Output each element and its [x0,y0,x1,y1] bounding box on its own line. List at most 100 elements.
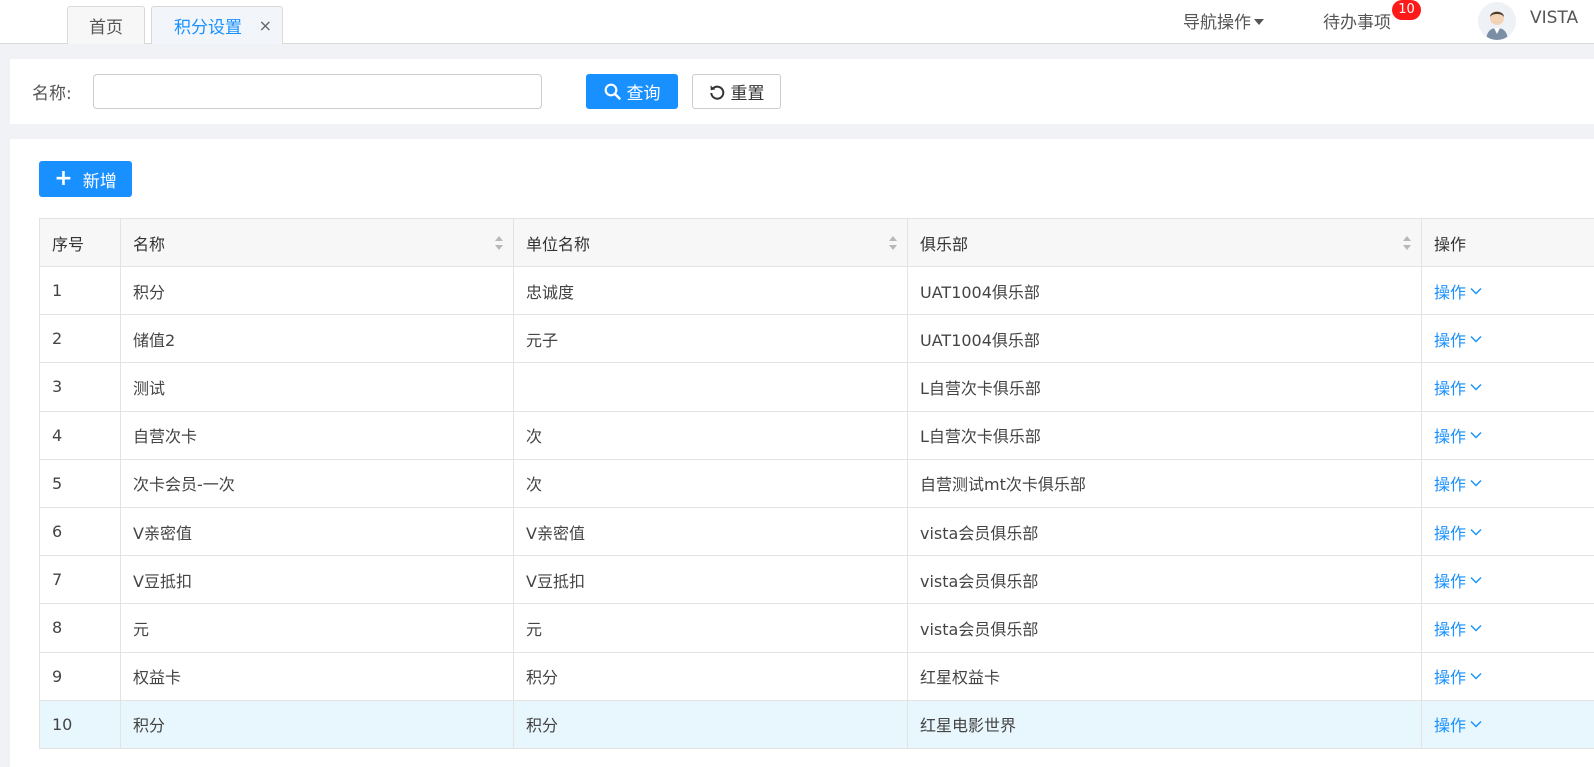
query-button[interactable]: 查询 [586,74,678,109]
cell-index: 3 [39,362,121,412]
todo-link[interactable]: 待办事项 [1323,8,1391,33]
row-actions-label: 操作 [1434,523,1467,543]
avatar[interactable] [1478,2,1516,40]
caret-down-icon [1254,18,1264,25]
points-table: 序号 名称 单位名称 俱乐部 操作 1 积分 忠诚度 UAT1004俱乐部 操作 2 储值2… [39,218,1594,749]
row-actions-dropdown[interactable]: 操作 [1434,471,1482,495]
name-search-input[interactable] [93,74,542,109]
cell-club: 自营测试mt次卡俱乐部 [907,458,1422,508]
row-actions-dropdown[interactable]: 操作 [1434,375,1482,399]
cell-club: vista会员俱乐部 [907,555,1422,605]
tab-home-label: 首页 [89,18,123,38]
cell-actions: 操作 [1421,410,1594,460]
cell-name: 测试 [120,362,514,412]
table-row[interactable]: 4 自营次卡次 L自营次卡俱乐部 操作 [39,410,1594,460]
tab-home[interactable]: 首页 [67,6,145,44]
cell-name: 权益卡 [120,651,514,701]
query-button-label: 查询 [626,84,661,104]
cell-club: L自营次卡俱乐部 [907,410,1422,460]
reset-button[interactable]: 重置 [692,74,781,109]
table-row[interactable]: 2 储值2 元子 UAT1004俱乐部 操作 [39,314,1594,364]
cell-name: V亲密值 [120,506,514,557]
row-actions-label: 操作 [1434,378,1467,398]
table-row[interactable]: 6 V亲密值 V亲密值 vista会员俱乐部 操作 [39,506,1594,557]
cell-unit-name: 忠诚度 [513,265,908,316]
column-header-name[interactable]: 名称 [120,218,514,267]
table-header-row: 序号 名称 单位名称 俱乐部 操作 [39,218,1594,267]
column-header-actions: 操作 [1421,218,1594,267]
row-actions-label: 操作 [1434,571,1467,591]
cell-index: 5 [39,458,121,508]
column-header-index: 序号 [39,218,121,267]
cell-unit-name [513,362,908,412]
cell-club: 红星权益卡 [907,651,1422,701]
undo-icon [709,85,724,100]
cell-actions: 操作 [1421,458,1594,508]
nav-operations-label: 导航操作 [1183,13,1251,33]
row-actions-dropdown[interactable]: 操作 [1434,520,1482,544]
column-header-club[interactable]: 俱乐部 [907,218,1422,267]
chevron-down-icon [1470,624,1482,632]
sort-icon[interactable] [1403,236,1411,250]
cell-name: 积分 [120,699,514,749]
username[interactable]: VISTA [1530,8,1578,28]
table-row[interactable]: 7 V豆抵扣 V豆抵扣 vista会员俱乐部 操作 [39,555,1594,605]
cell-name: 元 [120,603,514,653]
row-actions-label: 操作 [1434,330,1467,350]
table-row[interactable]: 5 次卡会员-一次次自营测试mt次卡俱乐部 操作 [39,458,1594,508]
row-actions-dropdown[interactable]: 操作 [1434,327,1482,351]
chevron-down-icon [1470,673,1482,680]
column-header-unit-name[interactable]: 单位名称 [513,218,908,267]
cell-unit-name: V豆抵扣 [513,555,908,605]
table-row[interactable]: 8 元元 vista会员俱乐部 操作 [39,603,1594,653]
tab-points-settings[interactable]: 积分设置 × [151,6,283,44]
cell-unit-name: 积分 [513,651,908,701]
close-icon[interactable]: × [259,16,272,35]
chevron-down-icon [1470,287,1482,295]
cell-name: 自营次卡 [120,410,514,460]
row-actions-label: 操作 [1434,716,1467,736]
cell-actions: 操作 [1421,555,1594,605]
row-actions-dropdown[interactable]: 操作 [1434,664,1482,688]
cell-unit-name: 次 [513,458,908,508]
row-actions-dropdown[interactable]: 操作 [1434,616,1482,640]
row-actions-label: 操作 [1434,427,1467,447]
table-row[interactable]: 9 权益卡 积分 红星权益卡 操作 [39,651,1594,701]
row-actions-label: 操作 [1434,282,1467,302]
cell-index: 4 [39,410,121,460]
cell-club: vista会员俱乐部 [907,603,1422,653]
table-row[interactable]: 10 积分 积分 红星电影世界 操作 [39,699,1594,749]
cell-club: UAT1004俱乐部 [907,314,1422,364]
table-row[interactable]: 1 积分 忠诚度 UAT1004俱乐部 操作 [39,265,1594,316]
cell-unit-name: 积分 [513,699,908,749]
sort-icon[interactable] [889,236,897,250]
name-label: 名称: [32,84,72,104]
todo-count-badge: 10 [1392,0,1421,20]
cell-index: 2 [39,314,121,364]
table-body: 1 积分 忠诚度 UAT1004俱乐部 操作 2 储值2 元子 UAT1004俱乐部 操作 3 测试 L… [39,265,1594,749]
main-panel: + 新增 序号 名称 单位名称 俱乐部 操作 1 积分 忠诚度 UAT1004俱乐部操… [10,139,1594,767]
tab-points-settings-label: 积分设置 [174,18,242,38]
search-icon [604,83,621,100]
plus-icon: + [54,166,73,191]
cell-club: L自营次卡俱乐部 [907,362,1422,412]
nav-operations-menu[interactable]: 导航操作 [1183,8,1264,33]
chevron-down-icon [1470,528,1482,536]
row-actions-label: 操作 [1434,475,1467,495]
user-avatar-icon [1478,2,1516,40]
chevron-down-icon [1470,480,1482,487]
add-button[interactable]: + 新增 [39,161,132,197]
row-actions-dropdown[interactable]: 操作 [1434,712,1482,736]
chevron-down-icon [1470,576,1482,584]
cell-actions: 操作 [1421,603,1594,653]
sort-icon[interactable] [495,236,503,250]
row-actions-dropdown[interactable]: 操作 [1434,423,1482,447]
cell-index: 6 [39,506,121,557]
cell-index: 10 [39,699,121,749]
row-actions-dropdown[interactable]: 操作 [1434,568,1482,592]
add-button-label: 新增 [82,171,117,192]
search-panel: 名称: 查询 重置 [10,59,1594,124]
cell-club: 红星电影世界 [907,699,1422,749]
row-actions-dropdown[interactable]: 操作 [1434,279,1482,303]
table-row[interactable]: 3 测试 L自营次卡俱乐部 操作 [39,362,1594,412]
